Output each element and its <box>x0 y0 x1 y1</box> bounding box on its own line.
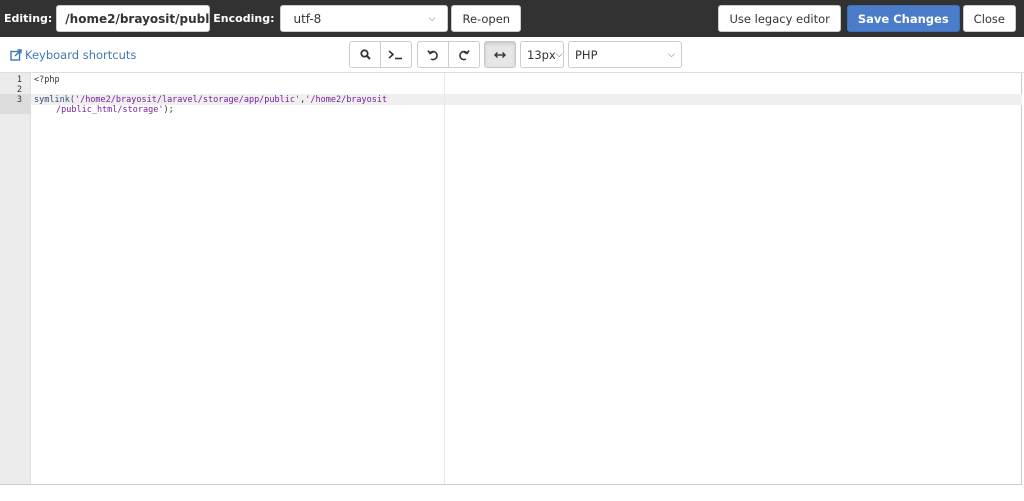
statement-end: ); <box>163 105 174 115</box>
wrap-toggle-button[interactable] <box>484 41 516 68</box>
undo-icon <box>427 49 438 60</box>
encoding-select[interactable]: utf-8 ⌵ <box>280 5 449 32</box>
font-size-group: 13px ⌵ <box>520 41 564 68</box>
reopen-button[interactable]: Re-open <box>451 5 522 32</box>
terminal-icon <box>388 50 402 60</box>
encoding-value: utf-8 <box>293 11 322 26</box>
search-button[interactable] <box>349 41 381 68</box>
line-gutter <box>0 73 31 484</box>
print-margin <box>444 73 445 484</box>
function-name: symlink( <box>34 95 75 105</box>
editor-toolbar: Keyboard shortcuts 13px ⌵ PHP ⌵ <box>0 37 1024 73</box>
line-number: 3 <box>16 95 22 105</box>
mode-value: PHP <box>575 47 598 62</box>
file-path-field[interactable]: /home2/brayosit/public <box>56 5 211 32</box>
undo-button[interactable] <box>417 41 449 68</box>
editor-header: Editing: /home2/brayosit/public Encoding… <box>0 0 1024 37</box>
string-literal: '/home2/brayosit <box>305 95 388 105</box>
keyboard-shortcuts-link[interactable]: Keyboard shortcuts <box>10 48 136 62</box>
font-size-value: 13px <box>527 47 556 62</box>
keyboard-shortcuts-label: Keyboard shortcuts <box>25 48 137 62</box>
code-line: symlink('/home2/brayosit/laravel/storage… <box>34 95 387 105</box>
wrap-group <box>484 41 516 68</box>
mode-select[interactable]: PHP ⌵ <box>568 41 682 68</box>
font-size-select[interactable]: 13px ⌵ <box>520 41 564 68</box>
encoding-label: Encoding: <box>213 12 275 25</box>
editing-label: Editing: <box>4 12 53 25</box>
search-icon <box>359 49 371 60</box>
chevron-down-icon: ⌵ <box>668 49 675 60</box>
line-number: 1 <box>16 75 22 85</box>
close-button[interactable]: Close <box>962 5 1016 32</box>
code-line-wrapped: /public_html/storage'); <box>56 105 174 115</box>
redo-button[interactable] <box>448 41 480 68</box>
external-edit-icon <box>10 49 22 61</box>
history-group <box>417 41 480 68</box>
search-group <box>349 41 412 68</box>
string-literal: /public_html/storage' <box>56 105 164 115</box>
arrows-horizontal-icon <box>494 51 506 58</box>
legacy-editor-button[interactable]: Use legacy editor <box>718 5 841 32</box>
code-line: <?php <box>34 75 60 85</box>
string-literal: '/home2/brayosit/laravel/storage/app/pub… <box>74 95 301 105</box>
goto-line-button[interactable] <box>380 41 412 68</box>
mode-group: PHP ⌵ <box>568 41 682 68</box>
line-number: 2 <box>16 85 22 95</box>
save-changes-button[interactable]: Save Changes <box>846 5 960 32</box>
redo-icon <box>459 49 470 60</box>
chevron-down-icon: ⌵ <box>428 13 436 24</box>
chevron-down-icon: ⌵ <box>555 49 563 60</box>
code-editor[interactable]: 1 2 3 <?php symlink('/home2/brayosit/lar… <box>0 73 1022 485</box>
